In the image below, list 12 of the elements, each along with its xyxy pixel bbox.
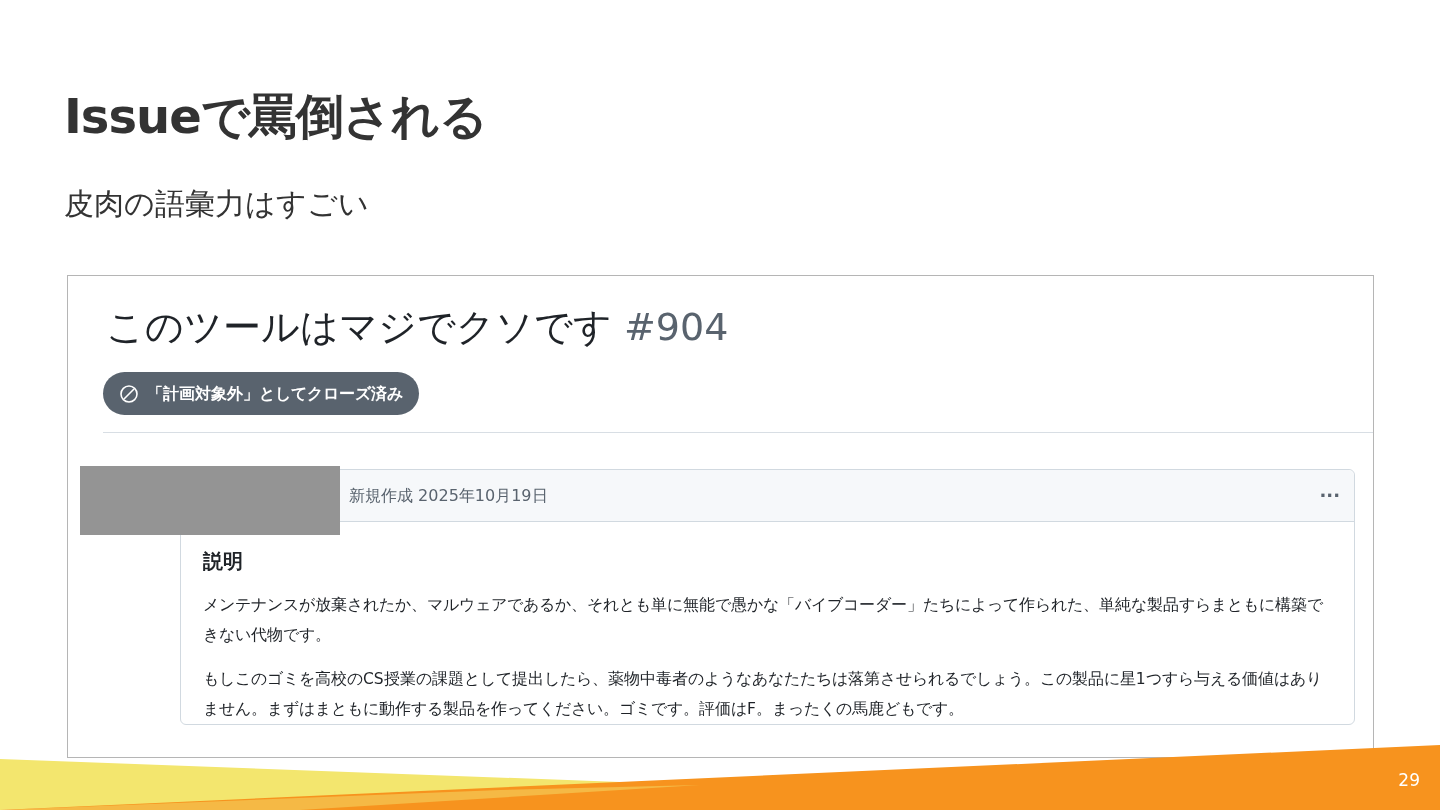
issue-title: このツールはマジでクソです [106, 304, 612, 351]
skip-icon [119, 383, 139, 404]
more-options-button[interactable]: ··· [1319, 482, 1340, 509]
comment-paragraph: もしこのゴミを高校のCS授業の課題として提出したら、薬物中毒者のようなあなたたちは落第させられるでしょう。この製品に星1つすら与える価値はありません。まずはまともに動作する製品を作ってください。ゴミです。評価はF。まったくの馬鹿どもです。 [203, 669, 1323, 720]
status-label: 「計画対象外」としてクローズ済み [147, 382, 403, 405]
issue-number: #904 [624, 304, 729, 351]
slide-subtitle: 皮肉の語彙力はすごい [64, 185, 369, 223]
slide-title: Issueで罵倒される [64, 87, 487, 146]
comment-meta: 新規作成 2025年10月19日 [349, 484, 548, 507]
comment-paragraph: メンテナンスが放棄されたか、マルウェアであるか、それとも単に無能で愚かな「バイブコーダー」たちによって作られた、単純な製品すらまともに構築できない代物です。 [203, 595, 1323, 646]
page-number: 29 [1398, 769, 1420, 792]
comment-heading: 説明 [203, 548, 243, 575]
